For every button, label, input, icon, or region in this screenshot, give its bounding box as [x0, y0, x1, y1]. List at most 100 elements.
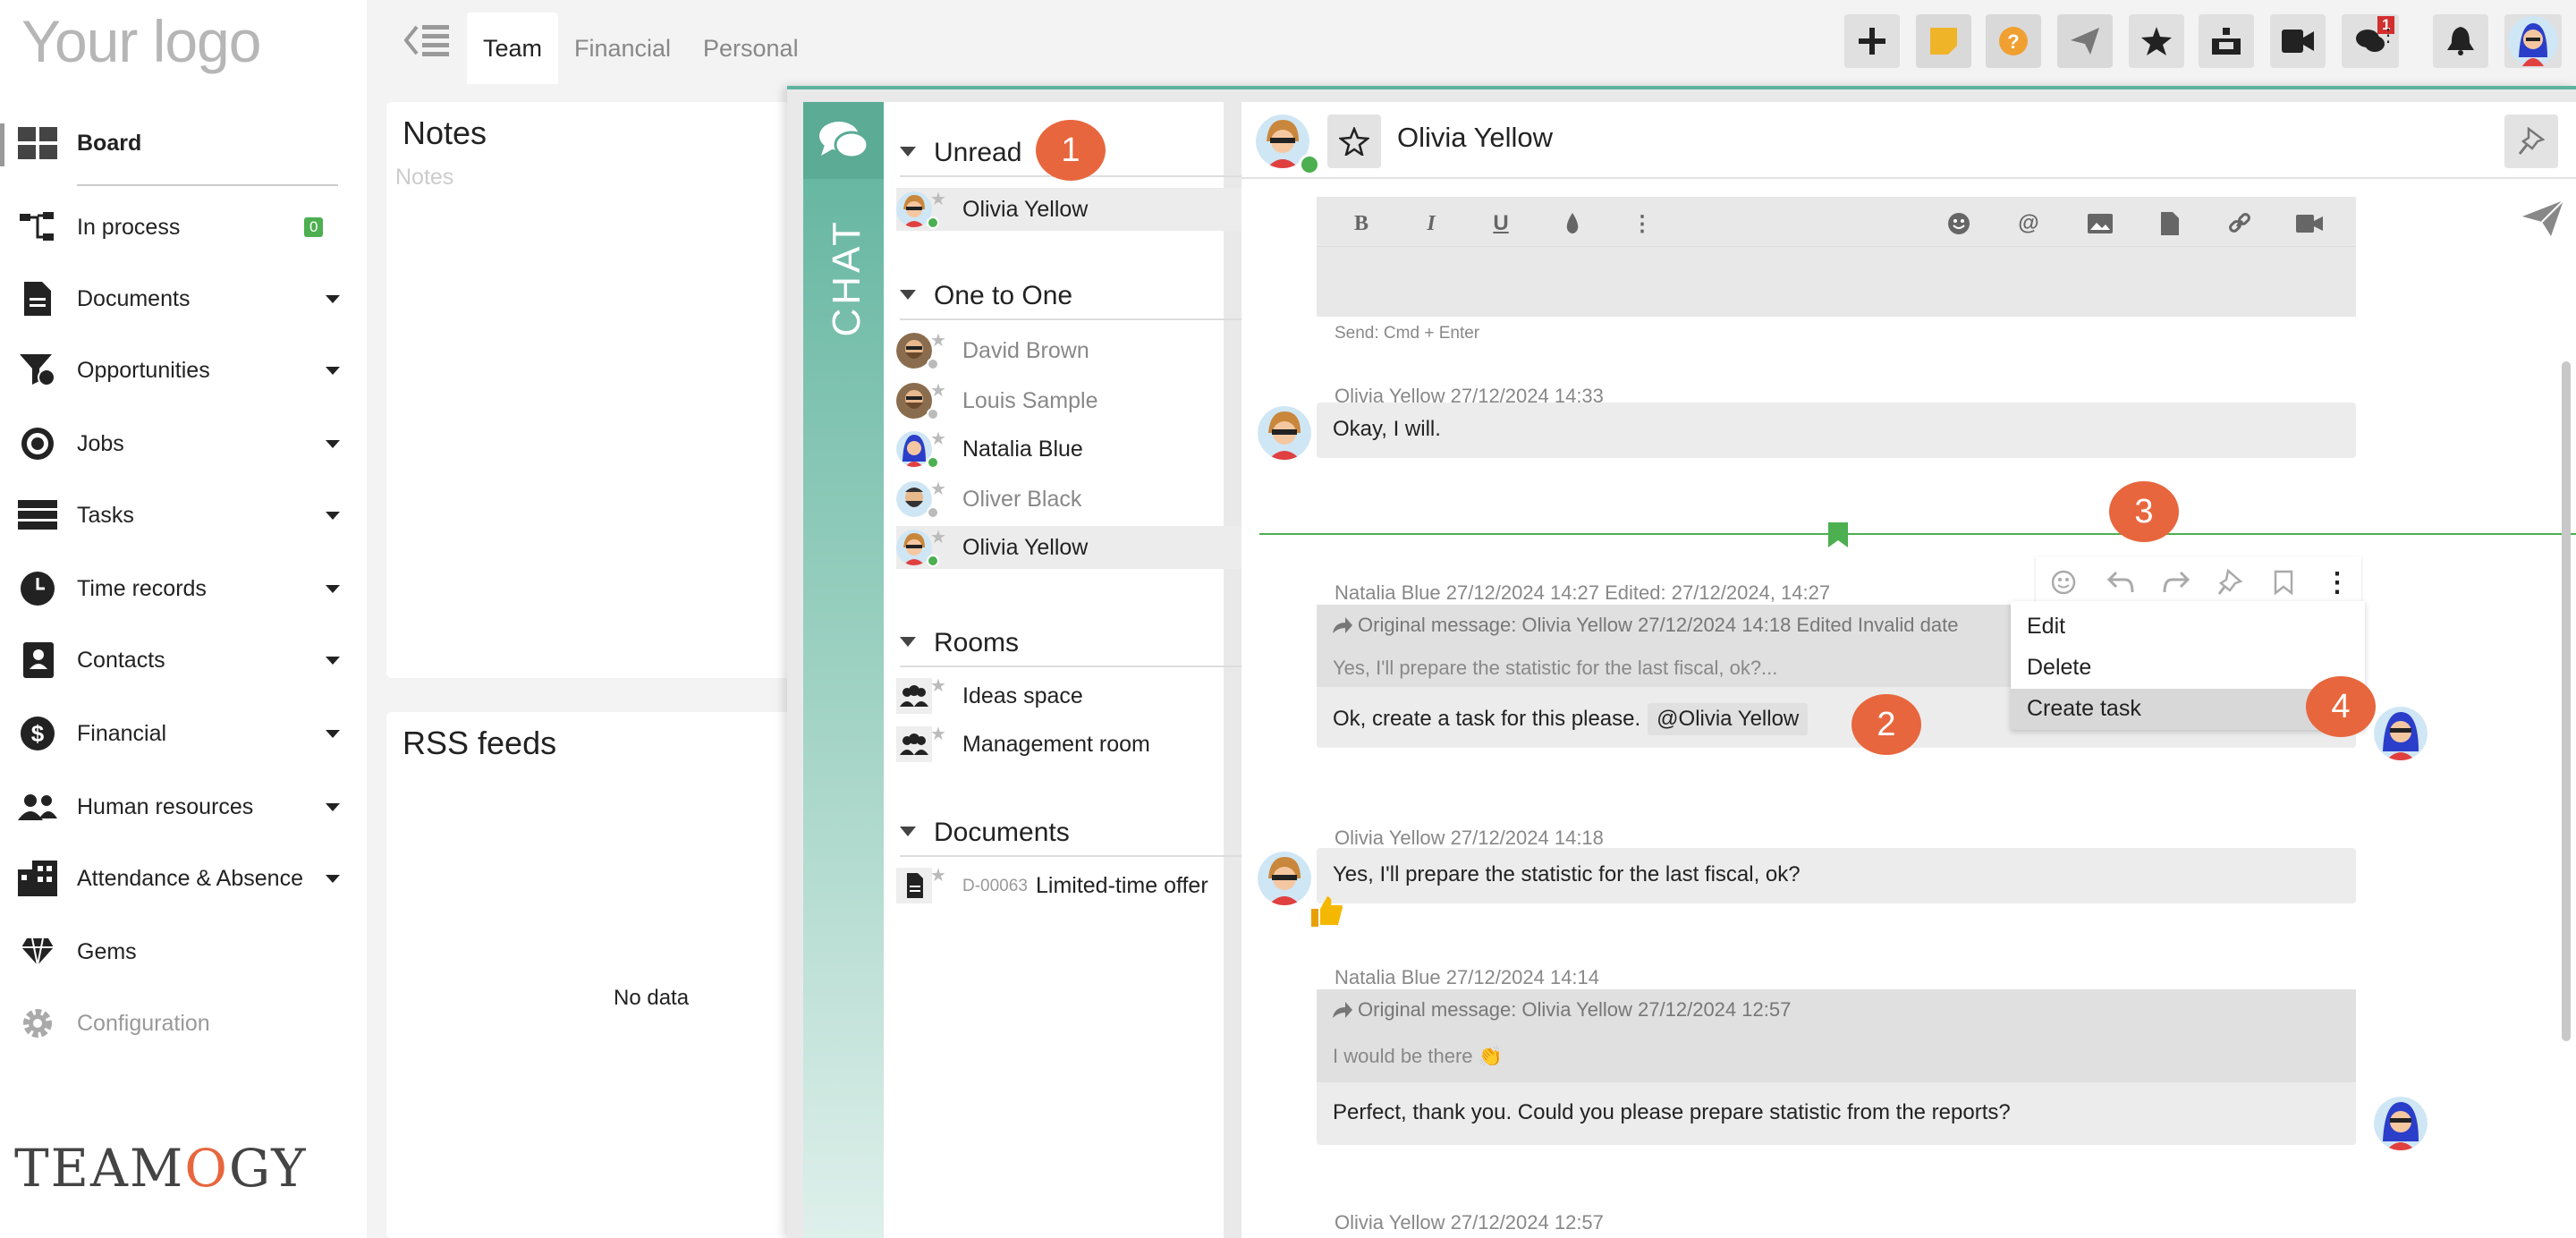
video-camera-icon[interactable] [2295, 209, 2324, 238]
mention-icon[interactable]: @ [2014, 209, 2043, 238]
nav-jobs[interactable]: Jobs [0, 417, 351, 471]
add-button[interactable] [1844, 14, 1900, 68]
video-call-button[interactable] [2270, 14, 2326, 68]
notifications-button[interactable] [2433, 14, 2488, 68]
star-icon[interactable]: ★ [930, 188, 946, 210]
chevron-down-icon[interactable] [326, 440, 340, 448]
clock-icon [18, 572, 57, 606]
send-button[interactable] [2057, 14, 2113, 68]
chat-button[interactable]: 1 ⋮ [2342, 14, 2399, 68]
nav-contacts[interactable]: Contacts [0, 633, 351, 687]
chevron-down-icon[interactable] [326, 367, 340, 375]
more-vertical-icon[interactable]: ⋮ [2322, 567, 2352, 598]
chevron-down-icon[interactable] [900, 290, 916, 300]
section-title: One to One [934, 281, 1073, 310]
brand-part: GY [228, 1138, 308, 1199]
link-icon[interactable] [2225, 209, 2254, 238]
message-actions-bar: ⋮ [2036, 556, 2361, 606]
message-text: Ok, create a task for this please. [1333, 707, 1641, 731]
tab-financial[interactable]: Financial [558, 13, 687, 84]
star-icon[interactable]: ★ [930, 723, 946, 745]
message-bubble[interactable]: Perfect, thank you. Could you please pre… [1317, 1082, 2356, 1145]
nav-configuration[interactable]: Configuration [0, 996, 351, 1050]
sticky-notes-button[interactable] [1916, 14, 1971, 68]
message-bubble[interactable]: Yes, I'll prepare the statistic for the … [1317, 848, 2356, 903]
more-vertical-icon[interactable]: ⋮ [2379, 27, 2397, 45]
add-reaction-icon[interactable] [2050, 567, 2080, 598]
menu-item-delete[interactable]: Delete [2011, 648, 2365, 689]
color-drop-icon[interactable] [1558, 209, 1587, 238]
favorites-button[interactable] [2129, 14, 2184, 68]
company-logo: TEAMOGY [14, 1138, 307, 1199]
chevron-down-icon[interactable] [900, 147, 916, 157]
file-icon[interactable] [2156, 209, 2184, 238]
thumbs-up-reaction-icon[interactable] [1311, 896, 1343, 935]
send-hint: Send: Cmd + Enter [1335, 324, 1480, 343]
forward-icon[interactable] [2161, 567, 2191, 598]
nav-board[interactable]: Board [0, 116, 351, 170]
nav-gems[interactable]: Gems [0, 925, 351, 979]
help-button[interactable]: ? [1986, 14, 2041, 68]
nav-financial[interactable]: $ Financial [0, 707, 351, 760]
chevron-down-icon[interactable] [326, 803, 340, 811]
star-icon[interactable]: ★ [930, 379, 946, 402]
nav-tasks[interactable]: Tasks [0, 488, 351, 542]
chevron-down-icon[interactable] [900, 637, 916, 647]
underline-icon[interactable]: U [1487, 209, 1515, 238]
image-icon[interactable] [2086, 209, 2114, 238]
menu-collapse-icon[interactable] [403, 23, 451, 57]
favorite-button[interactable] [1327, 114, 1381, 168]
star-icon[interactable]: ★ [930, 478, 946, 500]
bold-icon[interactable]: B [1347, 209, 1376, 238]
bookmark-icon[interactable] [2268, 567, 2299, 598]
chat-header-icon[interactable] [803, 102, 884, 179]
pin-button[interactable] [2504, 114, 2558, 168]
building-icon [18, 861, 57, 896]
star-icon[interactable]: ★ [930, 864, 946, 886]
more-vertical-icon[interactable]: ⋮ [1628, 209, 1657, 238]
chevron-down-icon[interactable] [326, 730, 340, 738]
star-icon[interactable]: ★ [930, 329, 946, 352]
italic-icon[interactable]: I [1417, 209, 1445, 238]
chevron-down-icon[interactable] [326, 295, 340, 303]
mention-tag[interactable]: @Olivia Yellow [1648, 703, 1809, 735]
rss-panel: RSS feeds No data [386, 712, 798, 1238]
nav-opportunities[interactable]: Opportunities [0, 343, 351, 397]
user-avatar[interactable] [2504, 14, 2562, 68]
nav-documents[interactable]: Documents [0, 272, 351, 326]
org-button[interactable] [2199, 14, 2254, 68]
chat-window: CHAT Unread 1 ★ Olivia Yellow 1 One to O… [787, 86, 2576, 1238]
star-icon[interactable]: ★ [930, 428, 946, 450]
svg-text:?: ? [2007, 30, 2019, 53]
section-documents[interactable]: Documents [900, 814, 1313, 857]
quote-header: Original message: Olivia Yellow 27/12/20… [1333, 614, 1958, 637]
notes-input[interactable]: Notes [395, 165, 453, 191]
menu-item-edit[interactable]: Edit [2011, 606, 2365, 648]
star-icon[interactable]: ★ [930, 526, 946, 548]
tab-personal[interactable]: Personal [687, 13, 815, 84]
emoji-icon[interactable] [1945, 209, 1973, 238]
chevron-down-icon[interactable] [326, 875, 340, 883]
chevron-down-icon[interactable] [326, 657, 340, 665]
reply-icon[interactable] [2106, 567, 2136, 598]
pin-icon[interactable] [2215, 567, 2245, 598]
chevron-down-icon[interactable] [326, 512, 340, 520]
section-one-to-one[interactable]: One to One 1 + [900, 270, 1313, 320]
app-logo[interactable]: Your logo [21, 7, 261, 75]
nav-in-process[interactable]: In process 0 [0, 200, 351, 254]
message-bubble[interactable]: Okay, I will. [1317, 403, 2356, 458]
chevron-down-icon[interactable] [326, 585, 340, 593]
gear-icon [18, 1007, 57, 1039]
section-rooms[interactable]: Rooms + [900, 617, 1313, 667]
star-icon[interactable]: ★ [930, 674, 946, 697]
chevron-down-icon[interactable] [900, 827, 916, 836]
nav-attendance[interactable]: Attendance & Absence [0, 852, 351, 905]
callout-badge: 4 [2306, 676, 2376, 737]
tab-team[interactable]: Team [467, 13, 559, 84]
send-message-button[interactable] [2521, 199, 2565, 242]
message-editor[interactable]: B I U ⋮ @ [1317, 197, 2356, 317]
nav-time-records[interactable]: Time records [0, 562, 351, 615]
quote-header-text: Original message: Olivia Yellow 27/12/20… [1358, 998, 1792, 1021]
scrollbar[interactable] [2562, 361, 2571, 1041]
nav-human-resources[interactable]: Human resources [0, 780, 351, 834]
